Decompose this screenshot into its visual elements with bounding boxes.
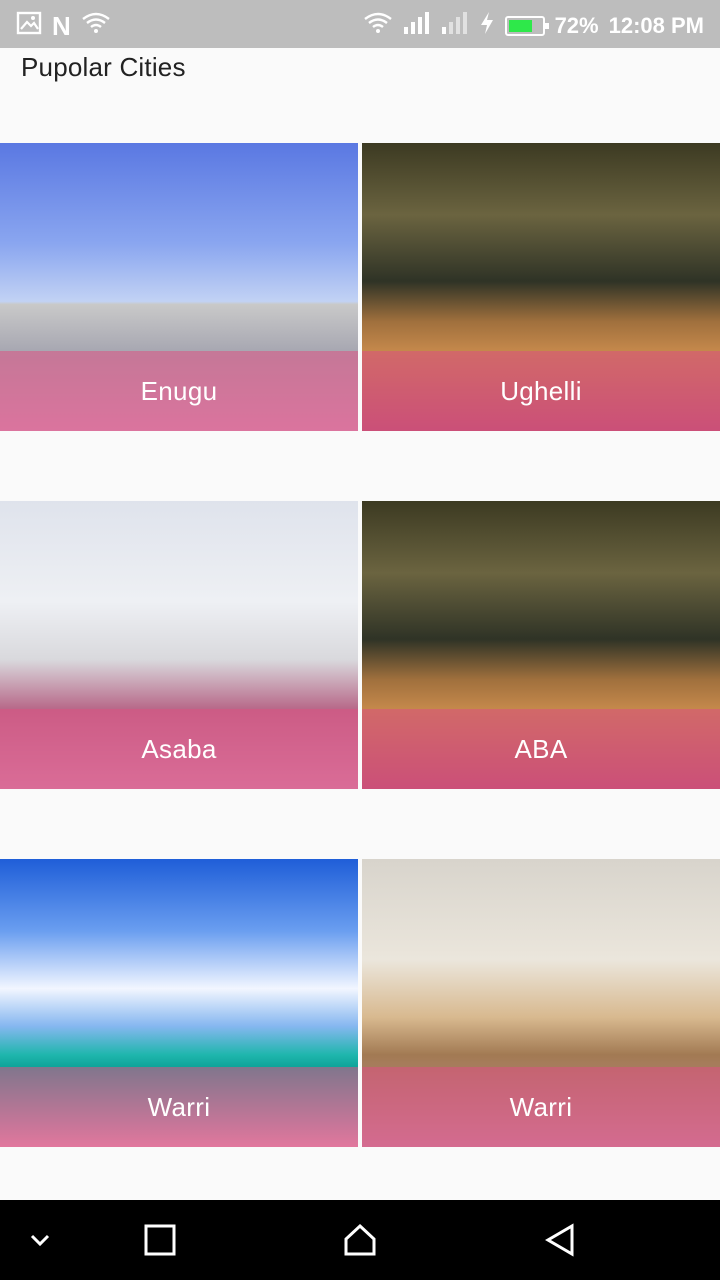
city-tile-enugu[interactable]: Enugu: [0, 143, 358, 431]
city-name: Warri: [509, 1091, 573, 1122]
city-name: Ughelli: [500, 375, 582, 406]
city-tile-aba[interactable]: ABA: [362, 501, 720, 789]
home-icon[interactable]: [340, 1220, 380, 1260]
system-nav-bar: [0, 1200, 720, 1280]
city-tile-ughelli[interactable]: Ughelli: [362, 143, 720, 431]
recents-icon[interactable]: [140, 1220, 180, 1260]
city-name: ABA: [514, 733, 568, 764]
city-name: Enugu: [140, 375, 218, 406]
chevron-down-icon[interactable]: [20, 1220, 60, 1260]
city-name: Warri: [147, 1091, 211, 1122]
back-icon[interactable]: [540, 1220, 580, 1260]
city-tile-warri-2[interactable]: Warri: [362, 859, 720, 1147]
city-grid: Enugu Ughelli Asaba ABA Warri Warri: [0, 0, 720, 1200]
city-name: Asaba: [141, 733, 217, 764]
city-tile-warri[interactable]: Warri: [0, 859, 358, 1147]
city-tile-asaba[interactable]: Asaba: [0, 501, 358, 789]
